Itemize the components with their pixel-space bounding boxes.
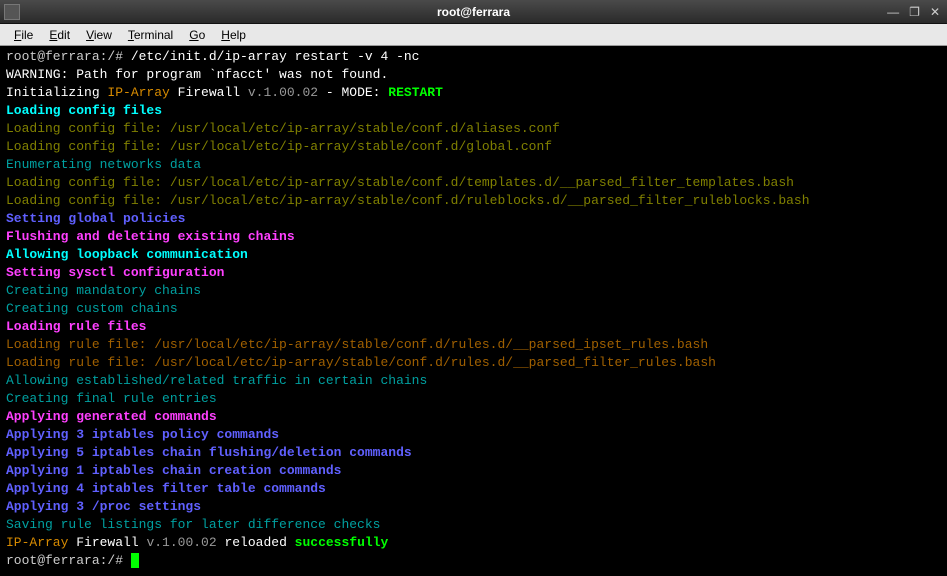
close-button[interactable]: ✕ <box>927 5 943 19</box>
rule-file-line: Loading rule file: /usr/local/etc/ip-arr… <box>6 337 708 352</box>
menu-edit[interactable]: Edit <box>41 26 78 44</box>
menu-go[interactable]: Go <box>181 26 213 44</box>
done-reloaded: reloaded <box>217 535 295 550</box>
loopback-line: Allowing loopback communication <box>6 247 248 262</box>
minimize-button[interactable]: — <box>884 5 902 19</box>
done-app-name: IP-Array <box>6 535 76 550</box>
apply-line: Applying 5 iptables chain flushing/delet… <box>6 445 412 460</box>
rule-file-line: Loading rule file: /usr/local/etc/ip-arr… <box>6 355 716 370</box>
final-entries-line: Creating final rule entries <box>6 391 217 406</box>
apply-line: Applying 3 /proc settings <box>6 499 201 514</box>
saving-line: Saving rule listings for later differenc… <box>6 517 380 532</box>
window-controls: — ❐ ✕ <box>884 5 943 19</box>
mode-value: RESTART <box>388 85 443 100</box>
apply-line: Applying 4 iptables filter table command… <box>6 481 326 496</box>
sysctl-line: Setting sysctl configuration <box>6 265 224 280</box>
window-title: root@ferrara <box>437 5 510 19</box>
init-text: Initializing <box>6 85 107 100</box>
config-file-line: Loading config file: /usr/local/etc/ip-a… <box>6 121 560 136</box>
prompt-line: root@ferrara:/# <box>6 49 131 64</box>
window-titlebar: root@ferrara — ❐ ✕ <box>0 0 947 24</box>
done-firewall: Firewall <box>76 535 146 550</box>
menubar: File Edit View Terminal Go Help <box>0 24 947 46</box>
cursor <box>131 553 139 568</box>
applying-header: Applying generated commands <box>6 409 217 424</box>
maximize-button[interactable]: ❐ <box>906 5 923 19</box>
config-file-line: Loading config file: /usr/local/etc/ip-a… <box>6 193 810 208</box>
command-text: /etc/init.d/ip-array restart -v 4 -nc <box>131 49 420 64</box>
version-text: v.1.00.02 <box>248 85 318 100</box>
loading-config-header: Loading config files <box>6 103 162 118</box>
loading-rules-header: Loading rule files <box>6 319 146 334</box>
terminal-output[interactable]: root@ferrara:/# /etc/init.d/ip-array res… <box>0 46 947 576</box>
mandatory-chains-line: Creating mandatory chains <box>6 283 201 298</box>
flushing-line: Flushing and deleting existing chains <box>6 229 295 244</box>
firewall-label: Firewall <box>178 85 248 100</box>
custom-chains-line: Creating custom chains <box>6 301 178 316</box>
allow-traffic-line: Allowing established/related traffic in … <box>6 373 427 388</box>
done-version: v.1.00.02 <box>146 535 216 550</box>
window-icon <box>4 4 20 20</box>
done-success: successfully <box>295 535 389 550</box>
config-file-line: Loading config file: /usr/local/etc/ip-a… <box>6 139 552 154</box>
menu-terminal[interactable]: Terminal <box>120 26 181 44</box>
apply-line: Applying 3 iptables policy commands <box>6 427 279 442</box>
menu-file[interactable]: File <box>6 26 41 44</box>
enum-line: Enumerating networks data <box>6 157 201 172</box>
menu-help[interactable]: Help <box>213 26 254 44</box>
mode-label: - MODE: <box>318 85 388 100</box>
menu-view[interactable]: View <box>78 26 120 44</box>
prompt-line: root@ferrara:/# <box>6 553 131 568</box>
config-file-line: Loading config file: /usr/local/etc/ip-a… <box>6 175 794 190</box>
setting-policies-line: Setting global policies <box>6 211 185 226</box>
warning-line: WARNING: Path for program `nfacct' was n… <box>6 67 388 82</box>
app-name: IP-Array <box>107 85 177 100</box>
apply-line: Applying 1 iptables chain creation comma… <box>6 463 341 478</box>
